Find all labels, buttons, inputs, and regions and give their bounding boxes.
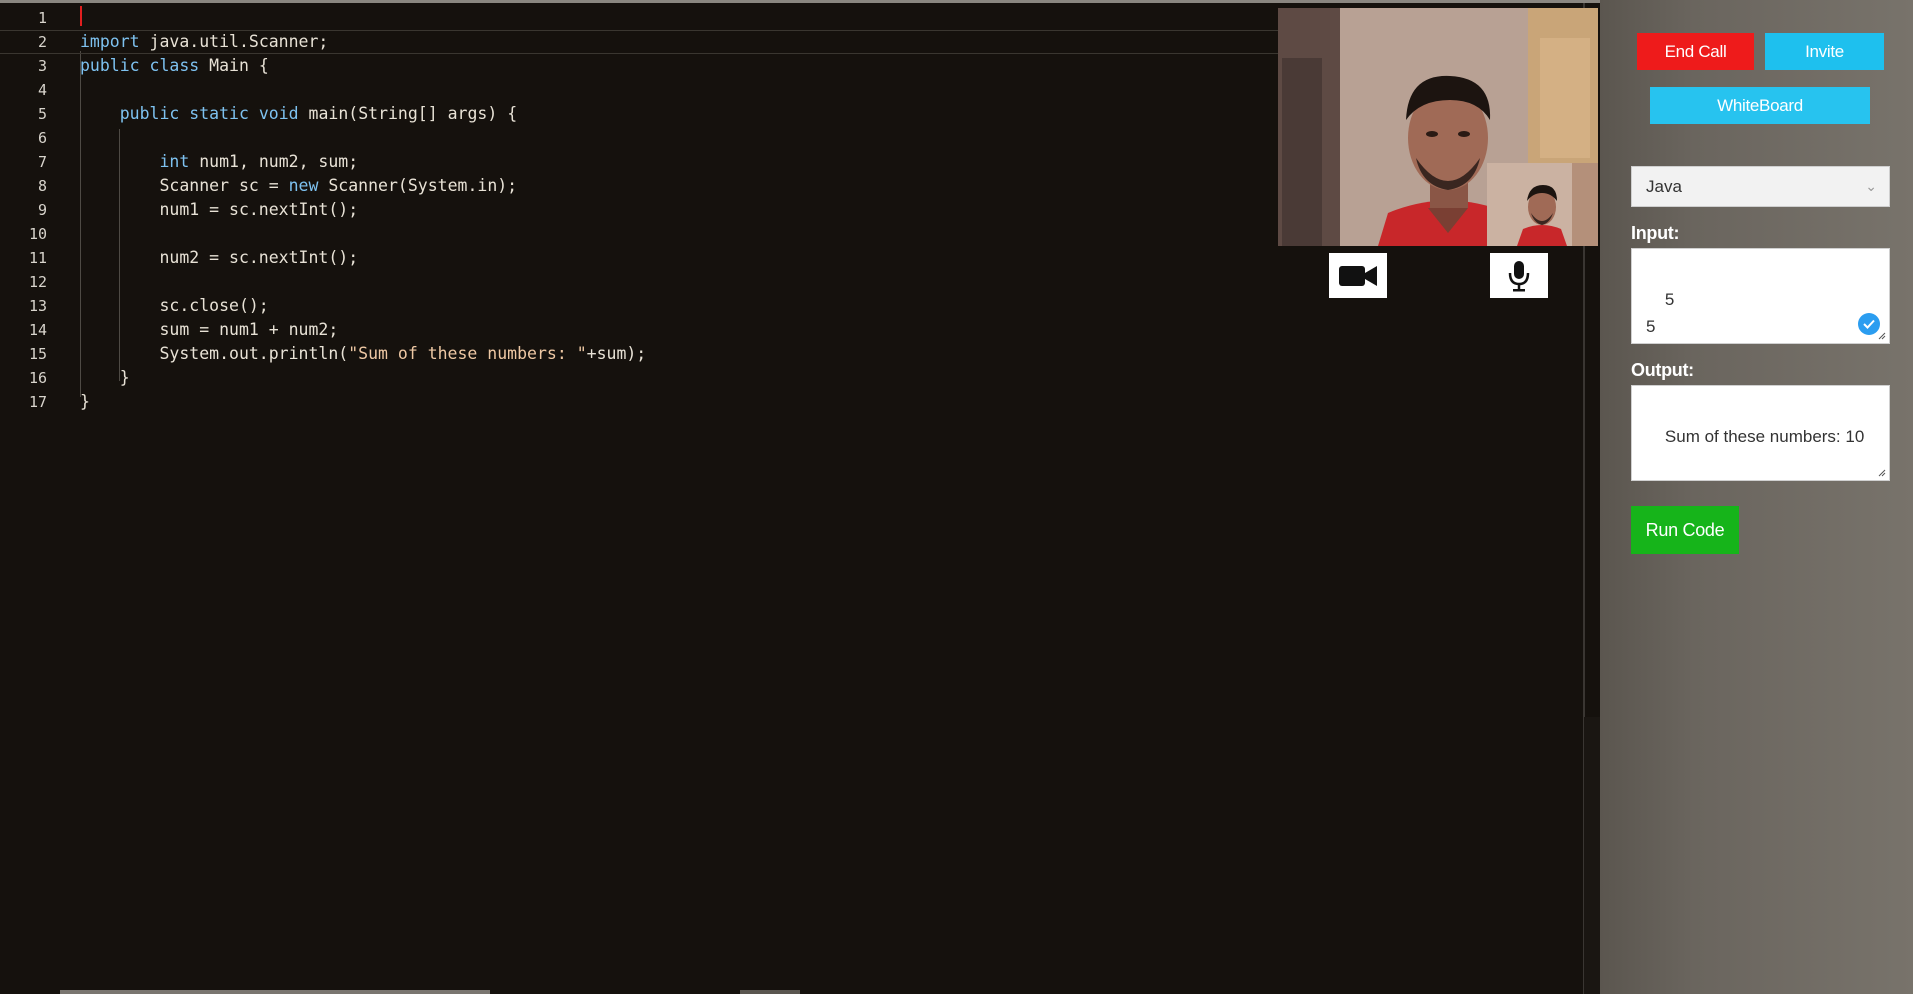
code-text: public class Main { — [80, 56, 269, 75]
app-window: 1 2 import java.util.Scanner; 3 public class… — [0, 0, 1913, 994]
output-value: Sum of these numbers: 10 — [1664, 427, 1865, 446]
code-text: import java.util.Scanner; — [80, 32, 329, 51]
language-select[interactable]: Java ⌄ — [1631, 166, 1890, 207]
line-number: 5 — [37, 105, 47, 123]
code-text: } — [80, 392, 90, 411]
end-call-button[interactable]: End Call — [1637, 33, 1754, 70]
code-text: } — [80, 368, 130, 387]
code-text: sum = num1 + num2; — [80, 320, 339, 339]
resize-handle-icon[interactable] — [1878, 469, 1886, 477]
line-number: 1 — [37, 9, 47, 27]
resize-handle-icon[interactable] — [1878, 332, 1886, 340]
line-number: 2 — [37, 33, 47, 51]
local-video-feed — [1487, 163, 1598, 246]
line-number: 12 — [28, 273, 47, 291]
code-text: System.out.println("Sum of these numbers… — [80, 344, 647, 363]
toggle-camera-button[interactable] — [1329, 253, 1387, 298]
input-label: Input: — [1631, 223, 1680, 243]
text-cursor — [80, 6, 82, 26]
line-number: 4 — [37, 81, 47, 99]
editor-horizontal-scrollbar-thumb[interactable] — [60, 990, 490, 994]
line-number: 3 — [37, 57, 47, 75]
line-number: 16 — [28, 369, 47, 387]
code-text: int num1, num2, sum; — [159, 152, 359, 171]
run-code-button[interactable]: Run Code — [1631, 506, 1739, 554]
line-number: 15 — [28, 345, 47, 363]
line-number: 6 — [37, 129, 47, 147]
chevron-down-icon: ⌄ — [1865, 178, 1877, 194]
line-number: 14 — [28, 321, 47, 339]
output-label: Output: — [1631, 360, 1694, 380]
input-value: 5 5 — [1646, 290, 1675, 336]
invite-button[interactable]: Invite — [1765, 33, 1884, 70]
microphone-icon — [1508, 260, 1530, 291]
video-camera-icon — [1339, 265, 1377, 286]
line-number: 17 — [28, 393, 47, 411]
whiteboard-button[interactable]: WhiteBoard — [1650, 87, 1870, 124]
toggle-microphone-button[interactable] — [1490, 253, 1548, 298]
code-text: num1 = sc.nextInt(); — [80, 200, 359, 219]
code-line[interactable]: 16 } — [0, 366, 1584, 390]
line-number: 11 — [28, 249, 47, 267]
code-line[interactable]: 17} — [0, 390, 1584, 414]
code-text: sc.close(); — [80, 296, 269, 315]
check-icon — [1858, 313, 1880, 335]
language-select-value: Java — [1646, 177, 1682, 196]
output-textarea[interactable]: Sum of these numbers: 10 — [1631, 385, 1890, 481]
line-number: 10 — [28, 225, 47, 243]
line-number: 8 — [37, 177, 47, 195]
line-number: 13 — [28, 297, 47, 315]
line-number: 7 — [37, 153, 47, 171]
editor-vertical-scrollbar[interactable] — [1584, 717, 1600, 994]
code-text: Scanner sc = new Scanner(System.in); — [80, 176, 518, 195]
code-text: public static void main(String[] args) { — [119, 104, 518, 123]
editor-horizontal-scrollbar-marker — [740, 990, 800, 994]
local-video-image — [1487, 163, 1598, 246]
input-textarea[interactable]: 5 5 — [1631, 248, 1890, 344]
code-text: num2 = sc.nextInt(); — [80, 248, 359, 267]
code-line[interactable]: 15 System.out.println("Sum of these numb… — [0, 342, 1584, 366]
code-line[interactable]: 14 sum = num1 + num2; — [0, 318, 1584, 342]
line-number: 9 — [37, 201, 47, 219]
